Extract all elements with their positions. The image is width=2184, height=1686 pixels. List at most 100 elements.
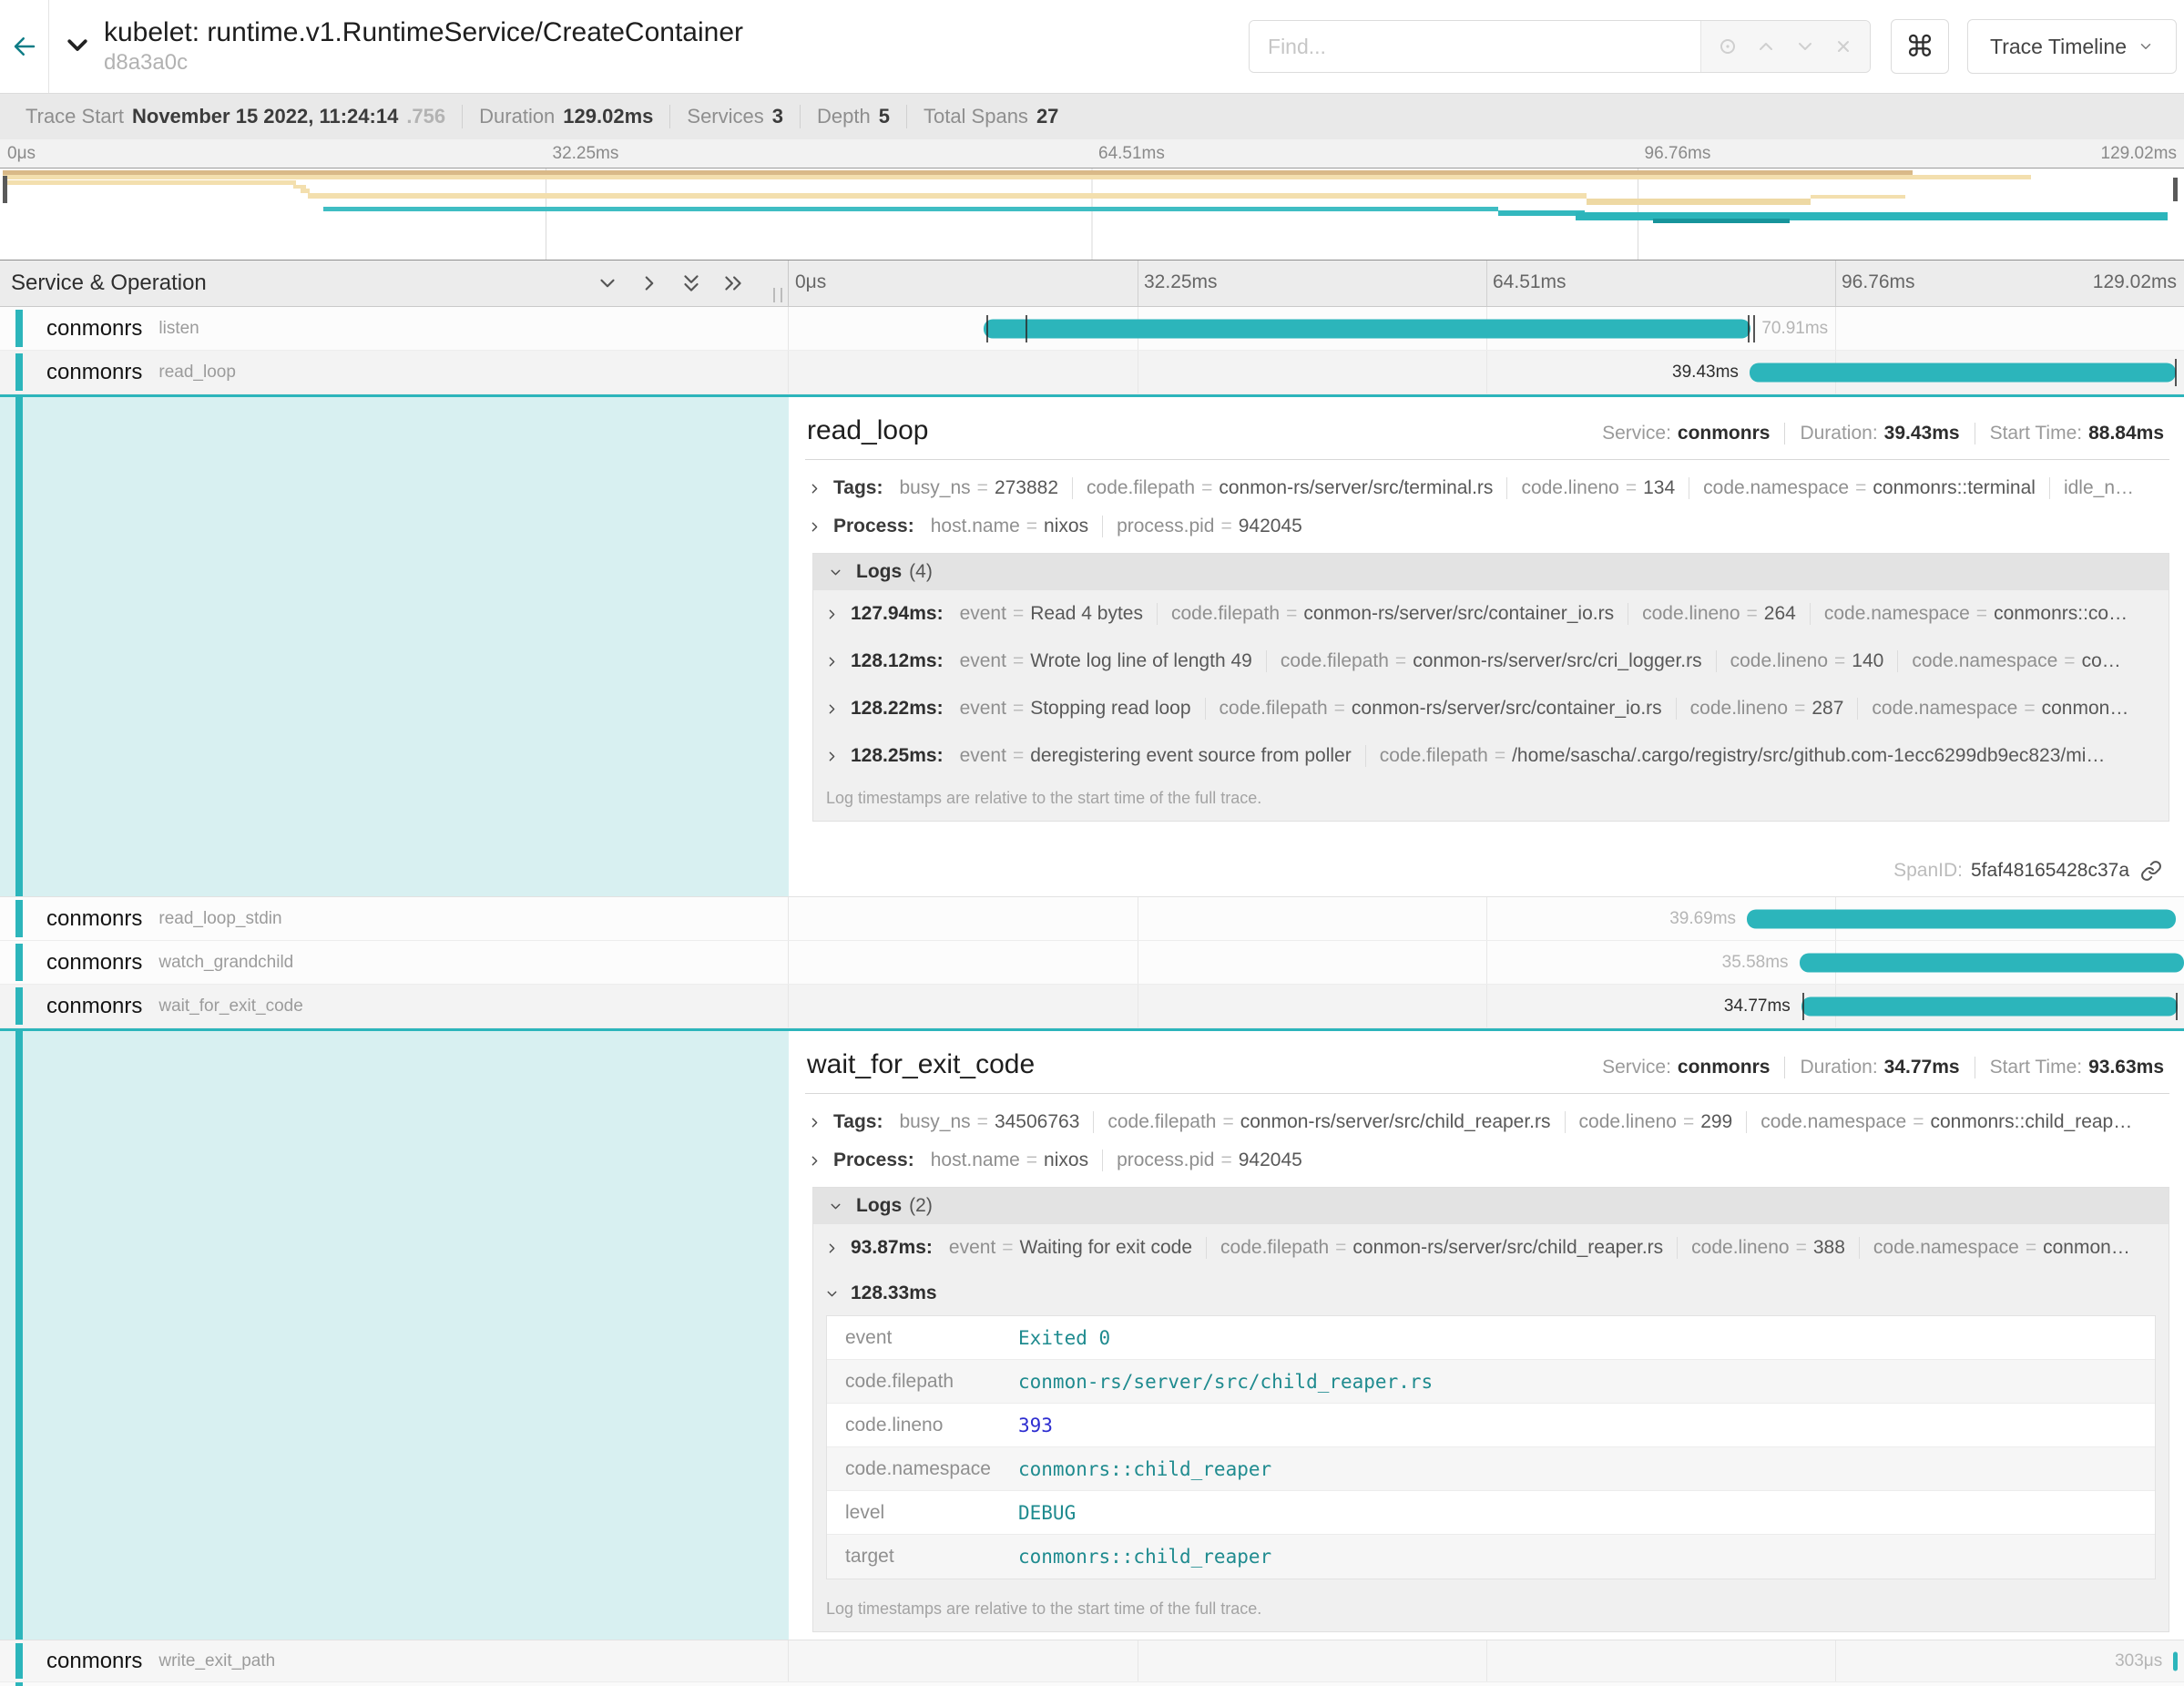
- log-entry[interactable]: 127.94ms: event=Read 4 bytes code.filepa…: [813, 590, 2169, 638]
- page-title: kubelet: runtime.v1.RuntimeService/Creat…: [104, 17, 743, 49]
- span-duration-label: 70.91ms: [1761, 319, 1828, 339]
- tag-chip: code.filepath=conmon-rs/server/src/termi…: [1072, 477, 1506, 499]
- log-entry[interactable]: 93.87ms: event=Waiting for exit code cod…: [813, 1224, 2169, 1272]
- span-id-footer: SpanID: 5faf48165428c37a: [805, 847, 2169, 896]
- back-button[interactable]: [0, 0, 49, 93]
- span-row-read-loop[interactable]: conmonrsread_loop 39.43ms: [0, 351, 2184, 394]
- span-bar[interactable]: [1747, 909, 2176, 928]
- minimap-tick: 0μs: [7, 144, 36, 164]
- log-fields-table: eventExited 0 code.filepathconmon-rs/ser…: [826, 1315, 2156, 1579]
- timeline-ruler: 0μs 32.25ms 64.51ms 96.76ms 129.02ms: [789, 261, 2184, 306]
- summary-duration: Duration129.02ms: [462, 105, 669, 128]
- span-row-write-exit-path[interactable]: conmonrswrite_exit_path 303μs: [0, 1640, 2184, 1682]
- link-icon[interactable]: [2140, 860, 2162, 882]
- span-row-watch-grandchild[interactable]: conmonrswatch_grandchild 35.58ms: [0, 941, 2184, 985]
- find-input[interactable]: [1250, 21, 1700, 72]
- minimap-right-handle: [2173, 178, 2178, 201]
- log-field-chip: code.filepath=/home/sascha/.cargo/regist…: [1365, 745, 2119, 767]
- process-chip: process.pid=942045: [1102, 1150, 1316, 1171]
- span-row-listen[interactable]: conmonrslisten 70.91ms: [0, 307, 2184, 351]
- trace-title-collapse-toggle[interactable]: [64, 31, 91, 63]
- top-controls: ⌘ Trace Timeline: [1249, 19, 2184, 74]
- span-color-accent: [15, 353, 23, 391]
- logs-accordion-header[interactable]: Logs (4): [813, 554, 2169, 590]
- tags-accordion[interactable]: Tags: busy_ns=273882 code.filepath=conmo…: [805, 469, 2169, 507]
- span-bar[interactable]: [2173, 1651, 2177, 1671]
- service-name: conmonrs: [46, 360, 142, 385]
- chevron-right-icon: [824, 701, 840, 717]
- column-resizer[interactable]: [773, 288, 782, 302]
- span-detail-read-loop: read_loop Service:conmonrs Duration:39.4…: [0, 394, 2184, 897]
- log-field-chip: code.filepath=conmon-rs/server/src/child…: [1206, 1237, 1677, 1259]
- span-duration-label: 34.77ms: [1724, 996, 1791, 1017]
- process-chip: host.name=nixos: [929, 516, 1102, 537]
- span-bar[interactable]: [1801, 996, 2178, 1016]
- table-row: code.lineno393: [827, 1404, 2155, 1447]
- trace-view-selector-label: Trace Timeline: [1990, 35, 2127, 59]
- span-color-accent: [15, 310, 23, 347]
- summary-depth: Depth5: [800, 105, 906, 128]
- process-accordion[interactable]: Process: host.name=nixos process.pid=942…: [805, 1141, 2169, 1180]
- find-clear-icon[interactable]: [1832, 35, 1855, 58]
- process-chip: host.name=nixos: [929, 1150, 1102, 1171]
- find-prev-icon[interactable]: [1754, 35, 1778, 58]
- minimap-tick: 32.25ms: [553, 144, 619, 164]
- span-bar[interactable]: [1750, 363, 2176, 382]
- span-row-wait-for-exit-code[interactable]: conmonrs wait_for_exit_code 34.77ms: [0, 985, 2184, 1028]
- chevron-down-icon: [824, 1286, 840, 1302]
- tags-accordion[interactable]: Tags: busy_ns=34506763 code.filepath=con…: [805, 1103, 2169, 1141]
- minimap-canvas[interactable]: [0, 168, 2184, 261]
- keyboard-shortcuts-button[interactable]: ⌘: [1891, 19, 1949, 74]
- log-field-chip: code.lineno=264: [1628, 603, 1810, 625]
- minimap-tick: 129.02ms: [2101, 144, 2177, 164]
- span-row-read-loop-stdin[interactable]: conmonrsread_loop_stdin 39.69ms: [0, 897, 2184, 941]
- operation-name: wait_for_exit_code: [158, 996, 302, 1017]
- chevron-down-icon: [64, 31, 91, 58]
- log-field-chip: code.filepath=conmon-rs/server/src/conta…: [1157, 603, 1628, 625]
- span-duration-label: 39.43ms: [1672, 363, 1739, 383]
- log-entry[interactable]: 128.25ms: event=deregistering event sour…: [813, 732, 2169, 780]
- tag-chip: busy_ns=34506763: [897, 1111, 1093, 1133]
- minimap-tick: 96.76ms: [1645, 144, 1711, 164]
- span-color-accent: [15, 397, 23, 896]
- collapse-one-icon[interactable]: [595, 271, 620, 296]
- expanded-log-entry-header[interactable]: 128.33ms: [813, 1272, 2169, 1313]
- service-name: conmonrs: [46, 316, 142, 342]
- process-chip: process.pid=942045: [1102, 516, 1316, 537]
- expand-all-icon[interactable]: [720, 271, 746, 296]
- span-bar[interactable]: [1800, 953, 2184, 972]
- timeline-grid-header: Service & Operation 0μs 32.25ms 64.51ms …: [0, 261, 2184, 307]
- chevron-right-icon: [807, 1153, 822, 1169]
- trace-view-selector[interactable]: Trace Timeline: [1967, 19, 2177, 74]
- find-next-icon[interactable]: [1793, 35, 1817, 58]
- log-entry[interactable]: 128.12ms: event=Wrote log line of length…: [813, 638, 2169, 685]
- span-duration-label: 35.58ms: [1722, 953, 1789, 973]
- service-name: conmonrs: [46, 950, 142, 976]
- trace-title-block: kubelet: runtime.v1.RuntimeService/Creat…: [104, 17, 743, 76]
- span-color-accent: [15, 1643, 23, 1679]
- trace-view: kubelet: runtime.v1.RuntimeService/Creat…: [0, 0, 2184, 1686]
- span-bar[interactable]: [984, 319, 1750, 338]
- service-operation-header: Service & Operation: [0, 261, 789, 306]
- find-focus-icon[interactable]: [1716, 35, 1740, 58]
- summary-total-spans: Total Spans27: [906, 105, 1075, 128]
- expand-one-icon[interactable]: [637, 271, 662, 296]
- log-field-chip: event=deregistering event source from po…: [958, 745, 1365, 767]
- logs-section: Logs (4) 127.94ms: event=Read 4 bytes co…: [812, 553, 2169, 822]
- span-detail-wait-for-exit-code: wait_for_exit_code Service:conmonrs Dura…: [0, 1028, 2184, 1640]
- tag-chip: code.lineno=299: [1565, 1111, 1747, 1133]
- service-name: conmonrs: [46, 906, 142, 932]
- log-field-chip: code.filepath=conmon-rs/server/src/cri_l…: [1266, 650, 1716, 672]
- service-operation-title: Service & Operation: [11, 271, 207, 296]
- tag-chip: code.filepath=conmon-rs/server/src/child…: [1093, 1111, 1564, 1133]
- process-accordion[interactable]: Process: host.name=nixos process.pid=942…: [805, 507, 2169, 546]
- chevron-right-icon: [824, 654, 840, 669]
- table-row: code.filepathconmon-rs/server/src/child_…: [827, 1360, 2155, 1404]
- summary-services: Services3: [669, 105, 800, 128]
- log-entry[interactable]: 128.22ms: event=Stopping read loop code.…: [813, 685, 2169, 732]
- logs-accordion-header[interactable]: Logs (2): [813, 1188, 2169, 1224]
- collapse-all-icon[interactable]: [679, 271, 704, 296]
- table-row: levelDEBUG: [827, 1491, 2155, 1535]
- next-row-peek: [0, 1682, 2184, 1686]
- service-name: conmonrs: [46, 994, 142, 1019]
